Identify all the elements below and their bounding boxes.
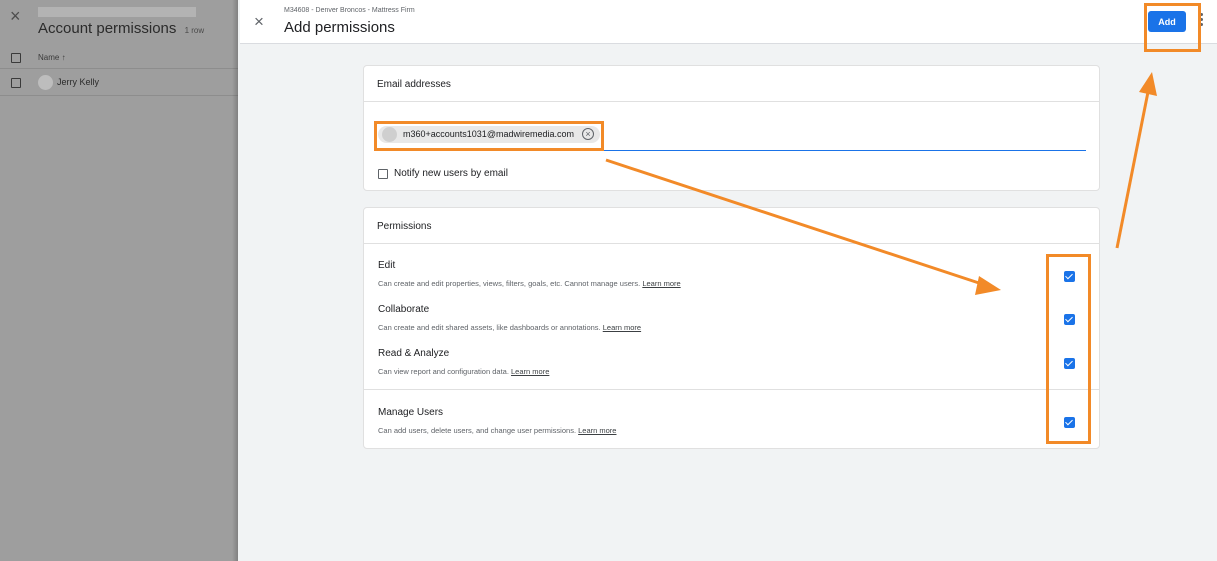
permission-description: Can add users, delete users, and change … [378,426,1078,435]
permission-read-analyze: Read & Analyze Can view report and confi… [378,348,1078,376]
row-count: 1 row [184,26,205,35]
account-permissions-header: × Account permissions 1 row [0,0,238,44]
row-checkbox[interactable] [11,78,21,88]
permission-description: Can create and edit shared assets, like … [378,323,1078,332]
table-header-row: Name ↑ [0,47,238,69]
permission-description: Can create and edit properties, views, f… [378,279,1078,288]
close-icon[interactable]: × [254,13,264,30]
permission-description-text: Can view report and configuration data. [378,367,509,376]
permission-description-text: Can create and edit shared assets, like … [378,323,601,332]
permission-title: Collaborate [378,304,430,315]
learn-more-link[interactable]: Learn more [603,323,641,332]
learn-more-link[interactable]: Learn more [642,279,680,288]
permissions-card: Permissions Edit Can create and edit pro… [363,207,1100,449]
learn-more-link[interactable]: Learn more [511,367,549,376]
permission-title: Edit [378,260,396,271]
select-all-checkbox[interactable] [11,53,21,63]
table-row[interactable]: Jerry Kelly [0,70,238,96]
user-name: Jerry Kelly [57,77,100,87]
permission-manage-users: Manage Users Can add users, delete users… [378,407,1078,435]
add-permissions-topbar: × M34608 - Denver Broncos - Mattress Fir… [240,0,1217,44]
email-input[interactable] [604,150,1086,151]
redacted-account-name [38,7,196,17]
email-highlight-box [374,121,604,151]
column-header-name[interactable]: Name ↑ [38,53,66,62]
checkbox-highlight-box [1046,254,1091,444]
panel-shadow [232,0,238,561]
account-permissions-title-text: Account permissions [38,20,177,37]
permissions-heading: Permissions [364,208,1099,244]
account-permissions-panel: × Account permissions 1 row Name ↑ Jerry… [0,0,238,561]
permission-title: Manage Users [378,407,444,418]
permission-collaborate: Collaborate Can create and edit shared a… [378,304,1078,332]
email-addresses-heading: Email addresses [364,66,1099,102]
permission-description-text: Can create and edit properties, views, f… [378,279,641,288]
permission-edit: Edit Can create and edit properties, vie… [378,260,1078,288]
close-icon[interactable]: × [10,7,26,25]
page-title: Add permissions [284,19,395,36]
add-button-highlight-box [1144,3,1201,52]
divider [364,389,1099,390]
account-permissions-title: Account permissions 1 row [38,20,204,37]
notify-label: Notify new users by email [394,168,508,179]
permission-description-text: Can add users, delete users, and change … [378,426,577,435]
breadcrumb: M34608 - Denver Broncos - Mattress Firm [284,7,415,14]
user-avatar-icon [38,75,53,90]
permission-description: Can view report and configuration data. … [378,367,1078,376]
permission-title: Read & Analyze [378,348,450,359]
notify-checkbox[interactable] [378,169,388,179]
learn-more-link[interactable]: Learn more [578,426,616,435]
